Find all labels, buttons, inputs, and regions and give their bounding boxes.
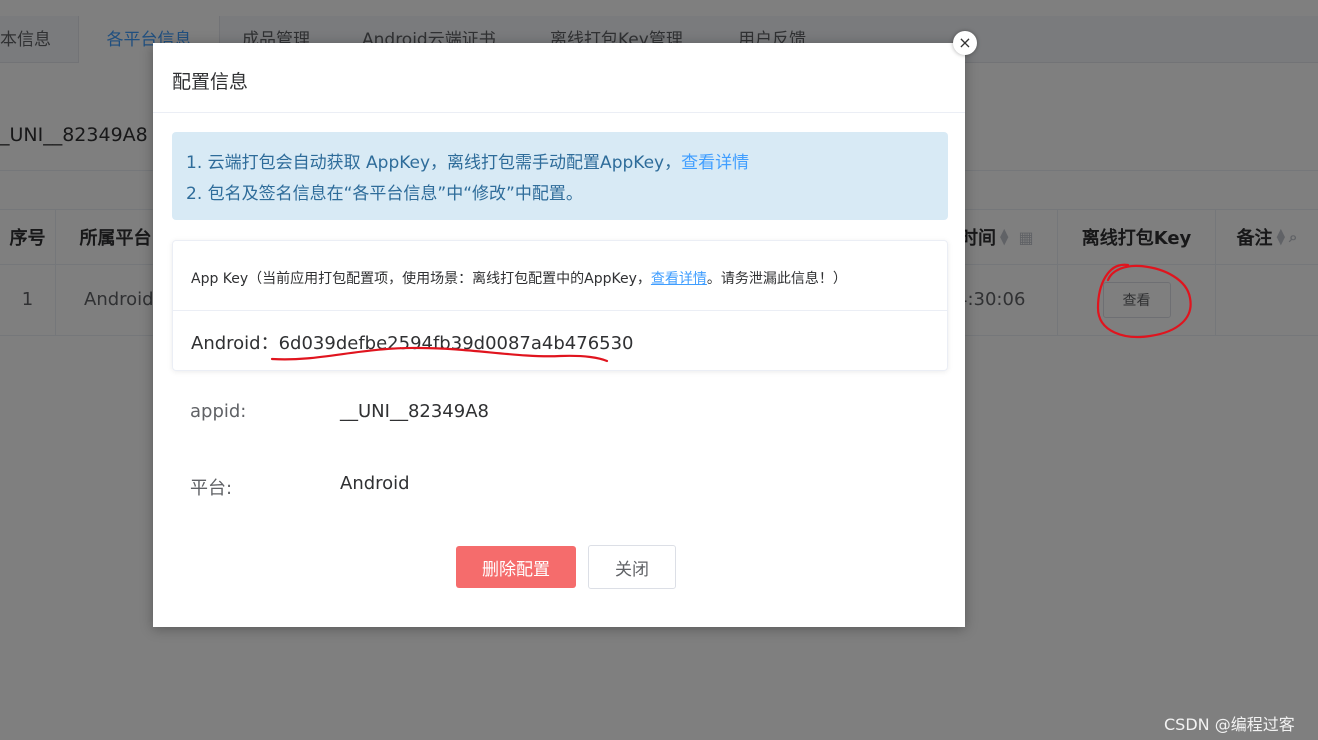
close-icon[interactable]: × (953, 31, 977, 55)
appid-label: appid: (190, 401, 247, 422)
app-key-card-divider (173, 310, 947, 311)
app-key-warning-text: 。请务泄漏此信息！） (706, 271, 847, 287)
watermark: CSDN @编程过客 (1164, 715, 1295, 734)
app-key-header-text: App Key（当前应用打包配置项，使用场景：离线打包配置中的AppKey， (191, 271, 651, 287)
app-key-details-link[interactable]: 查看详情 (651, 271, 707, 287)
platform-value: Android (340, 473, 410, 494)
dialog-header-divider (153, 112, 965, 113)
dialog-title: 配置信息 (172, 71, 249, 93)
alert-details-link[interactable]: 查看详情 (681, 153, 749, 173)
app-key-card-header: App Key（当前应用打包配置项，使用场景：离线打包配置中的AppKey，查看… (191, 268, 847, 288)
platform-label: 平台: (190, 478, 233, 499)
app-key-platform-label: Android： (191, 333, 279, 354)
alert-line-1-text: 1. 云端打包会自动获取 AppKey，离线打包需手动配置AppKey， (186, 153, 682, 173)
config-info-dialog: 配置信息 × 1. 云端打包会自动获取 AppKey，离线打包需手动配置AppK… (153, 31, 977, 627)
alert-line-2: 2. 包名及签名信息在“各平台信息”中“修改”中配置。 (186, 184, 583, 204)
delete-config-button[interactable]: 删除配置 (456, 546, 576, 588)
close-dialog-button[interactable]: 关闭 (588, 545, 676, 589)
info-alert: 1. 云端打包会自动获取 AppKey，离线打包需手动配置AppKey，查看详情… (172, 132, 948, 220)
app-key-card: App Key（当前应用打包配置项，使用场景：离线打包配置中的AppKey，查看… (172, 240, 948, 371)
alert-line-1: 1. 云端打包会自动获取 AppKey，离线打包需手动配置AppKey，查看详情 (186, 148, 934, 179)
appid-value: __UNI__82349A8 (340, 401, 489, 422)
app-key-row: Android：6d039defbe2594fb39d0087a4b476530 (191, 329, 634, 355)
app-key-value[interactable]: 6d039defbe2594fb39d0087a4b476530 (279, 333, 634, 354)
